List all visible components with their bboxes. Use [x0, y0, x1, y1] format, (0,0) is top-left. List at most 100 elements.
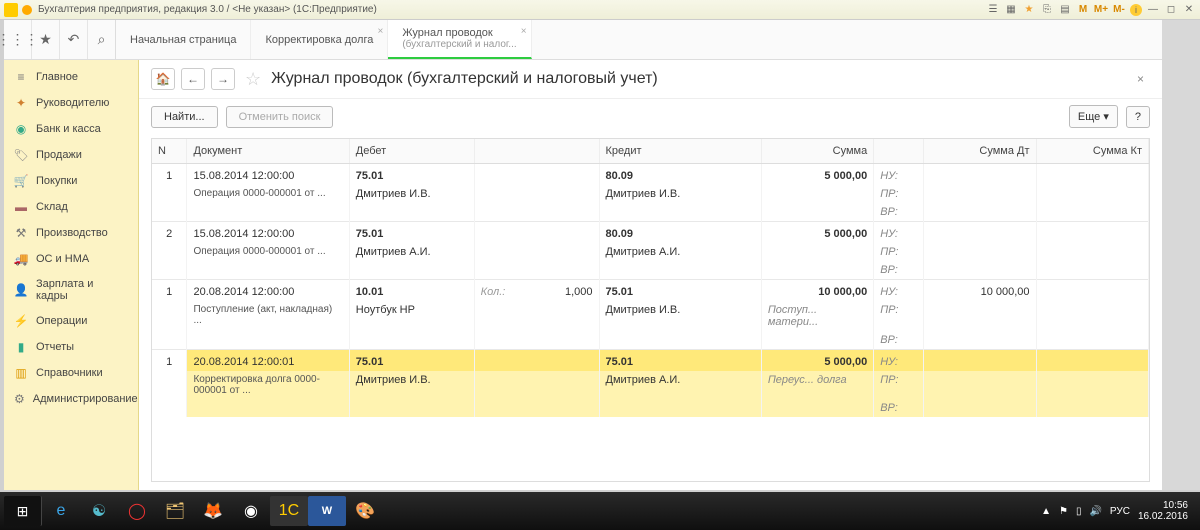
sidebar-item-sales[interactable]: 🏷Продажи	[4, 142, 138, 168]
sys-mplus-icon[interactable]: M+	[1094, 3, 1108, 17]
sidebar-item-warehouse[interactable]: ▬Склад	[4, 194, 138, 220]
table-row-sub[interactable]: Поступление (акт, накладная) ...Ноутбук …	[152, 301, 1149, 331]
cell-doc-date: 15.08.2014 12:00:00	[187, 164, 349, 186]
favorites-icon[interactable]: ★	[32, 20, 60, 59]
close-button[interactable]: ✕	[1182, 3, 1196, 17]
cell-empty	[152, 185, 187, 203]
sys-mminus-icon[interactable]: M-	[1112, 3, 1126, 17]
cell-n: 1	[152, 350, 187, 372]
sys-grid-icon[interactable]: ▤	[1058, 3, 1072, 17]
sys-m-icon[interactable]: M	[1076, 3, 1090, 17]
cell-nu: НУ:	[874, 222, 924, 244]
col-sum[interactable]: Сумма	[761, 139, 873, 164]
sidebar-item-main[interactable]: ≡Главное	[4, 64, 138, 90]
sys-calc-icon[interactable]: ▦	[1004, 3, 1018, 17]
minimize-button[interactable]: —	[1146, 3, 1160, 17]
table-row-sub2[interactable]: ВР:	[152, 331, 1149, 350]
cell-debit: 10.01	[349, 280, 474, 302]
journal-table[interactable]: N Документ Дебет Кредит Сумма Сумма Дт С…	[151, 138, 1150, 482]
tray-clock[interactable]: 10:56 16.02.2016	[1138, 500, 1188, 522]
sys-copy-icon[interactable]: ⎘	[1040, 3, 1054, 17]
taskbar-ie-icon[interactable]: e	[42, 496, 80, 526]
home-button[interactable]: 🏠	[151, 68, 175, 90]
tray-up-icon[interactable]: ▲	[1041, 506, 1051, 517]
table-row[interactable]: 215.08.2014 12:00:0075.0180.095 000,00НУ…	[152, 222, 1149, 244]
table-row-sub[interactable]: Корректировка долга 0000-000001 от ...Дм…	[152, 371, 1149, 399]
sidebar-item-bank[interactable]: ◉Банк и касса	[4, 116, 138, 142]
taskbar-chrome-icon[interactable]: ◉	[232, 496, 270, 526]
sidebar-item-assets[interactable]: 🚚ОС и НМА	[4, 246, 138, 272]
find-button[interactable]: Найти...	[151, 106, 218, 128]
taskbar-word-icon[interactable]: W	[308, 496, 346, 526]
sidebar-item-salary[interactable]: 👤Зарплата и кадры	[4, 272, 138, 308]
cell-credit: 80.09	[599, 222, 761, 244]
cell-kol	[474, 350, 599, 372]
apps-grid-icon[interactable]: ⋮⋮⋮	[4, 20, 32, 59]
sidebar-item-purchases[interactable]: 🛒Покупки	[4, 168, 138, 194]
table-row-sub[interactable]: Операция 0000-000001 от ...Дмитриев И.В.…	[152, 185, 1149, 203]
sidebar-item-operations[interactable]: ⚡Операции	[4, 308, 138, 334]
sidebar-item-production[interactable]: ⚒Производство	[4, 220, 138, 246]
table-row-sub2[interactable]: ВР:	[152, 399, 1149, 417]
sidebar-item-manager[interactable]: ✦Руководителю	[4, 90, 138, 116]
taskbar-firefox-icon[interactable]: 🦊	[194, 496, 232, 526]
cell-nu: НУ:	[874, 350, 924, 372]
col-document[interactable]: Документ	[187, 139, 349, 164]
history-icon[interactable]: ↶	[60, 20, 88, 59]
taskbar-explorer-icon[interactable]: 🗂	[156, 496, 194, 526]
sys-star-icon[interactable]: ★	[1022, 3, 1036, 17]
taskbar-skype-icon[interactable]: ☯	[80, 496, 118, 526]
taskbar-1c-icon[interactable]: 1C	[270, 496, 308, 526]
cell-credit-sub: Дмитриев А.И.	[599, 371, 761, 399]
col-credit[interactable]: Кредит	[599, 139, 761, 164]
cell-sum-desc: Переус... долга	[761, 371, 873, 399]
window-title: Бухгалтерия предприятия, редакция 3.0 / …	[38, 4, 986, 15]
tray-network-icon[interactable]: ▯	[1076, 506, 1082, 517]
taskbar-opera-icon[interactable]: ◯	[118, 496, 156, 526]
windows-taskbar: ⊞ e ☯ ◯ 🗂 🦊 ◉ 1C W 🎨 ▲ ⚑ ▯ 🔊 РУС 10:56 1…	[0, 492, 1200, 530]
help-button[interactable]: ?	[1126, 106, 1150, 128]
table-row-sub2[interactable]: ВР:	[152, 203, 1149, 222]
tab-debt-correction[interactable]: Корректировка долга ×	[251, 20, 388, 59]
sys-menu-icon[interactable]: ☰	[986, 3, 1000, 17]
sidebar-item-reports[interactable]: ▮Отчеты	[4, 334, 138, 360]
table-row-sub[interactable]: Операция 0000-000001 от ...Дмитриев А.И.…	[152, 243, 1149, 261]
col-n[interactable]: N	[152, 139, 187, 164]
table-row[interactable]: 120.08.2014 12:00:0175.0175.015 000,00НУ…	[152, 350, 1149, 372]
warehouse-icon: ▬	[14, 200, 28, 214]
page-close-button[interactable]: ×	[1131, 72, 1150, 86]
maximize-button[interactable]: ◻	[1164, 3, 1178, 17]
app-frame: ⋮⋮⋮ ★ ↶ ⌕ Начальная страница Корректиров…	[4, 20, 1162, 490]
close-icon[interactable]: ×	[521, 26, 527, 37]
system-tray[interactable]: ▲ ⚑ ▯ 🔊 РУС 10:56 16.02.2016	[1041, 500, 1196, 522]
forward-button[interactable]: →	[211, 68, 235, 90]
search-icon[interactable]: ⌕	[88, 20, 116, 59]
more-button[interactable]: Еще ▾	[1069, 105, 1118, 128]
tray-lang[interactable]: РУС	[1110, 506, 1130, 517]
favorite-toggle-icon[interactable]: ☆	[245, 69, 261, 90]
col-debit[interactable]: Дебет	[349, 139, 474, 164]
table-row-sub2[interactable]: ВР:	[152, 261, 1149, 280]
sidebar-item-admin[interactable]: ⚙Администрирование	[4, 386, 138, 412]
tab-journal[interactable]: Журнал проводок (бухгалтерский и налог..…	[388, 20, 531, 59]
cancel-find-button[interactable]: Отменить поиск	[226, 106, 334, 128]
ops-icon: ⚡	[14, 314, 28, 328]
start-button[interactable]: ⊞	[4, 496, 42, 526]
back-button[interactable]: ←	[181, 68, 205, 90]
table-row[interactable]: 120.08.2014 12:00:0010.01Кол.:1,00075.01…	[152, 280, 1149, 302]
col-sum-kt[interactable]: Сумма Кт	[1036, 139, 1148, 164]
cell-sum-desc	[761, 185, 873, 203]
col-tags[interactable]	[874, 139, 924, 164]
cell-sum-dt: 10 000,00	[924, 280, 1036, 302]
cell-empty	[474, 261, 599, 280]
tray-sound-icon[interactable]: 🔊	[1089, 506, 1101, 517]
tray-flag-icon[interactable]: ⚑	[1059, 506, 1068, 517]
taskbar-paint-icon[interactable]: 🎨	[346, 496, 384, 526]
tab-start-page[interactable]: Начальная страница	[116, 20, 251, 59]
col-debit2[interactable]	[474, 139, 599, 164]
close-icon[interactable]: ×	[378, 26, 384, 37]
col-sum-dt[interactable]: Сумма Дт	[924, 139, 1036, 164]
table-row[interactable]: 115.08.2014 12:00:0075.0180.095 000,00НУ…	[152, 164, 1149, 186]
sys-info-icon[interactable]: i	[1130, 4, 1142, 16]
sidebar-item-refs[interactable]: ▥Справочники	[4, 360, 138, 386]
